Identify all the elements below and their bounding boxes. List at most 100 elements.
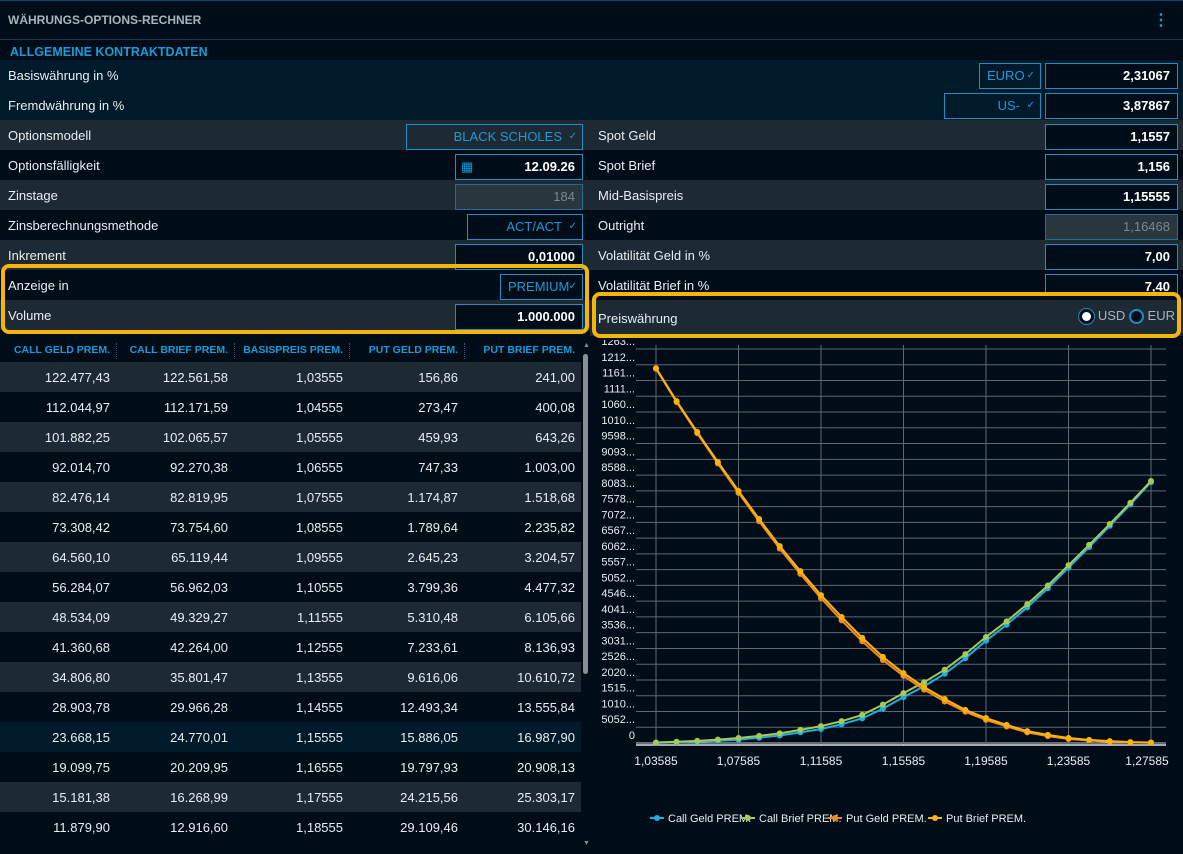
y-tick-label: 5052... [601,572,635,584]
model-select[interactable]: BLACK SCHOLES MERTON✓ [406,124,583,150]
chevron-down-icon: ✓ [569,215,577,239]
table-row[interactable]: 28.903,7829.966,281,1455512.493,3413.555… [0,692,581,722]
table-row[interactable]: 112.044,97112.171,591,04555273,47400,08 [0,392,581,422]
table-row[interactable]: 19.099,7520.209,951,1655519.797,9320.908… [0,752,581,782]
data-point [1024,728,1030,734]
y-tick-label: 7578... [601,494,635,506]
legend-marker [654,815,660,821]
foreign-currency-select[interactable]: US-DOLLAR✓ [944,93,1041,119]
scroll-down-icon[interactable]: ▼ [583,840,590,847]
column-header[interactable]: PUT GELD PREM. [348,344,458,356]
chevron-down-icon: ✓ [1027,94,1035,118]
data-point [694,738,700,744]
data-point [715,737,721,743]
y-tick-label: 1212... [601,352,635,364]
spot-ask-input[interactable]: 1,156 [1045,154,1178,180]
method-select[interactable]: ACT/ACT (ISMA)✓ [467,214,583,240]
data-point [674,739,680,745]
x-tick-label: 1,11585 [800,754,843,768]
mid-label: Mid-Basispreis [598,188,683,203]
base-currency-select[interactable]: EURO✓ [979,63,1041,89]
vol-bid-input[interactable]: 7,00 [1045,244,1178,270]
expiry-value: 12.09.26 [524,159,575,174]
calendar-icon[interactable]: ▦ [461,155,473,179]
data-point [756,516,762,522]
table-cell: 42.264,00 [118,640,228,655]
column-header[interactable]: CALL GELD PREM. [5,344,110,356]
y-tick-label: 0 [629,730,635,742]
spot-bid-input[interactable]: 1,1557 [1045,124,1178,150]
y-tick-label: 8083... [601,478,635,490]
foreign-rate-input[interactable]: 3,87867 [1045,93,1178,119]
table-row[interactable]: 64.560,1065.119,441,095552.645,233.204,5… [0,542,581,572]
radio-eur-label[interactable]: EUR [1148,308,1175,323]
expiry-date-input[interactable]: ▦ 12.09.26 [455,154,583,180]
column-divider[interactable] [116,343,117,359]
table-row[interactable]: 101.882,25102.065,571,05555459,93643,26 [0,422,581,452]
volume-label: Volume [8,308,51,323]
data-point [756,733,762,739]
legend-marker [932,815,938,821]
table-row[interactable]: 23.668,1524.770,011,1555515.886,0516.987… [0,722,581,752]
column-header[interactable]: BASISPREIS PREM. [233,344,343,356]
table-cell: 15.181,38 [5,790,110,805]
y-tick-label: 7072... [601,509,635,521]
column-header[interactable]: PUT BRIEF PREM. [465,344,575,356]
mid-input[interactable]: 1,15555 [1045,184,1178,210]
table-cell: 400,08 [465,400,575,415]
table-row[interactable]: 34.806,8035.801,471,135559.616,0610.610,… [0,662,581,692]
data-point [942,667,948,673]
method-label: Zinsberechnungsmethode [8,218,158,233]
volume-input[interactable]: 1.000.000 [455,304,583,330]
data-point [1004,618,1010,624]
table-cell: 13.555,84 [465,700,575,715]
table-cell: 4.477,32 [465,580,575,595]
legend-marker [745,815,751,821]
data-point [839,614,845,620]
table-row[interactable]: 48.534,0949.329,271,115555.310,486.105,6… [0,602,581,632]
data-point [1127,500,1133,506]
increment-input[interactable]: 0,01000 [455,244,583,270]
radio-usd-label[interactable]: USD [1098,308,1125,323]
data-point [653,740,659,746]
table-row[interactable]: 92.014,7092.270,381,06555747,331.003,00 [0,452,581,482]
radio-usd[interactable] [1079,309,1094,324]
vol-ask-input[interactable]: 7,40 [1045,274,1178,294]
y-tick-label: 6062... [601,541,635,553]
scrollbar-thumb[interactable] [583,354,588,674]
table-row[interactable]: 122.477,43122.561,581,03555156,86241,00 [0,362,581,392]
table-row[interactable]: 56.284,0756.962,031,105553.799,364.477,3… [0,572,581,602]
scroll-up-icon[interactable]: ▲ [583,342,590,349]
table-row[interactable]: 82.476,1482.819,951,075551.174,871.518,6… [0,482,581,512]
premium-chart: 05052...1010...1515...2020...2526...3031… [590,340,1183,854]
kebab-menu-icon[interactable]: ⋮ [1153,10,1169,30]
data-point [839,718,845,724]
data-point [1148,478,1154,484]
expiry-label: Optionsfälligkeit [8,158,100,173]
table-row[interactable]: 15.181,3816.268,991,1755524.215,5625.303… [0,782,581,812]
x-tick-label: 1,23585 [1047,754,1091,768]
y-tick-label: 5557... [601,557,635,569]
table-cell: 1,07555 [233,490,343,505]
table-cell: 73.754,60 [118,520,228,535]
table-row[interactable]: 73.308,4273.754,601,085551.789,642.235,8… [0,512,581,542]
table-cell: 30.146,16 [465,820,575,835]
y-tick-label: 9598... [601,431,635,443]
scrollbar[interactable]: ▲ ▼ [582,342,590,854]
table-cell: 92.270,38 [118,460,228,475]
table-row[interactable]: 41.360,6842.264,001,125557.233,618.136,9… [0,632,581,662]
table-cell: 1,09555 [233,550,343,565]
price-currency-row: Preiswährung USD EUR [590,300,1183,336]
column-header[interactable]: CALL BRIEF PREM. [118,344,228,356]
table-row[interactable]: 11.879,9012.916,601,1855529.109,4630.146… [0,812,581,842]
display-select[interactable]: PREMIUM✓ [500,274,583,300]
base-rate-input[interactable]: 2,31067 [1045,63,1178,89]
table-cell: 112.171,59 [118,400,228,415]
section-title: ALLGEMEINE KONTRAKTDATEN [10,45,208,59]
y-tick-label: 1010... [601,415,635,427]
radio-eur[interactable] [1129,309,1144,324]
x-tick-label: 1,27585 [1125,754,1169,768]
data-point [1045,582,1051,588]
table-cell: 10.610,72 [465,670,575,685]
table-cell: 1,13555 [233,670,343,685]
